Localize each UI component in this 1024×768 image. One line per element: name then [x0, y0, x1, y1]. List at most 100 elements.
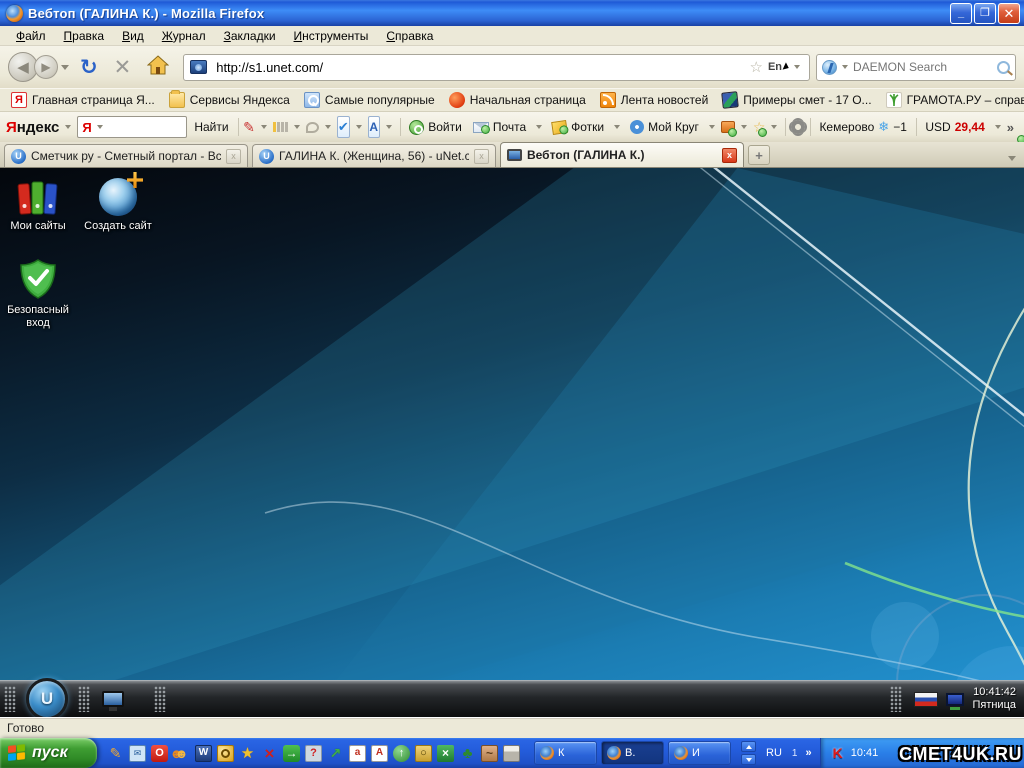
- search-engine-dropdown-icon[interactable]: [842, 65, 848, 69]
- search-gold-icon[interactable]: ○: [415, 744, 432, 762]
- bookmark-star-icon[interactable]: ☆: [749, 58, 762, 76]
- taskbar-grip[interactable]: [890, 686, 903, 712]
- bookmark-item[interactable]: Самые популярные: [299, 91, 440, 109]
- pencil-icon[interactable]: ✎: [107, 745, 124, 762]
- tab-list-dropdown-icon[interactable]: [1008, 156, 1016, 161]
- word-icon[interactable]: W: [195, 744, 212, 762]
- tray-chevron-icon[interactable]: »: [805, 747, 811, 759]
- menu-history[interactable]: Журнал: [154, 27, 214, 45]
- comments-bubble-icon[interactable]: [305, 121, 319, 133]
- moikrug-dropdown-icon[interactable]: [708, 125, 715, 129]
- bookmark-item[interactable]: Начальная страница: [444, 91, 591, 109]
- green-cross-icon[interactable]: ×: [437, 744, 454, 762]
- mail-dropdown-icon[interactable]: [536, 125, 543, 129]
- yandex-overflow-chevron[interactable]: »: [1007, 120, 1018, 135]
- desktop-icon-secure-login[interactable]: Безопасный вход: [2, 258, 74, 330]
- spellcheck-button[interactable]: ✔: [336, 116, 350, 138]
- delete-x-icon[interactable]: ×: [261, 745, 278, 762]
- tab-close-icon[interactable]: x: [722, 147, 737, 163]
- reload-button[interactable]: ↻: [80, 55, 98, 79]
- close-button[interactable]: ✕: [998, 2, 1020, 24]
- weather-widget[interactable]: Кемерово ❄ −1: [815, 117, 910, 137]
- messenger-people-icon[interactable]: ☻: [173, 745, 190, 762]
- yandex-moikrug-button[interactable]: Мой Круг: [626, 118, 703, 136]
- forward-button[interactable]: ▶: [34, 55, 58, 79]
- bookmark-item[interactable]: Примеры смет - 17 О...: [717, 91, 876, 109]
- tab-galina-profile[interactable]: U ГАЛИНА К. (Женщина, 56) - uNet.com x: [252, 144, 496, 167]
- tab-smetchik[interactable]: U Сметчик ру - Сметный портал - Все д...…: [4, 144, 248, 167]
- yandex-logo[interactable]: Яндекс: [6, 119, 59, 136]
- home-button[interactable]: [146, 54, 170, 80]
- webtop-desktop[interactable]: Мои сайты Создать сайт Безопасный вход U…: [0, 168, 1024, 717]
- network-monitor-icon[interactable]: [946, 692, 965, 710]
- stop-button[interactable]: ✕: [114, 55, 132, 80]
- tab-close-icon[interactable]: x: [474, 148, 489, 164]
- taskbar-window-webtop-active[interactable]: В.: [601, 741, 664, 765]
- yandex-logo-dropdown-icon[interactable]: [65, 125, 72, 129]
- refresh-green-icon[interactable]: ↗: [327, 745, 344, 762]
- webtop-clock[interactable]: 10:41:42 Пятница: [972, 686, 1016, 712]
- search-go-icon[interactable]: [997, 60, 1010, 74]
- doc-small-a-icon[interactable]: a: [349, 744, 366, 762]
- bookmark-item[interactable]: ГРАМОТА.РУ – справ...: [881, 91, 1024, 109]
- search-box[interactable]: [816, 53, 1016, 81]
- menu-bookmarks[interactable]: Закладки: [216, 27, 284, 45]
- printer-icon[interactable]: [503, 744, 520, 762]
- currency-widget[interactable]: USD 29,44: [921, 118, 988, 136]
- tab-webtop-active[interactable]: Вебтоп (ГАЛИНА К.) x: [500, 142, 744, 167]
- traffic-bars-icon[interactable]: [272, 122, 288, 132]
- notes-dropdown-icon[interactable]: [260, 125, 267, 129]
- opera-icon[interactable]: O: [151, 744, 168, 762]
- notes-pencil-icon[interactable]: ✎: [243, 119, 255, 135]
- yandex-find-button[interactable]: Найти: [190, 118, 232, 136]
- yandex-input-dropdown-icon[interactable]: [96, 125, 103, 129]
- taskbar-grip[interactable]: [4, 686, 16, 712]
- yandex-search-input[interactable]: Я: [77, 116, 188, 138]
- mail-client-icon[interactable]: ✉: [129, 744, 146, 762]
- bookmark-item[interactable]: Я Главная страница Я...: [6, 91, 160, 109]
- restore-button[interactable]: ❐: [974, 2, 996, 24]
- tab-close-icon[interactable]: x: [226, 148, 241, 164]
- menu-view[interactable]: Вид: [114, 27, 152, 45]
- favorites-star-icon[interactable]: ☆: [753, 119, 767, 137]
- menu-edit[interactable]: Правка: [56, 27, 113, 45]
- url-input[interactable]: [214, 58, 747, 76]
- star-icon[interactable]: ★: [239, 745, 256, 762]
- russian-flag-icon[interactable]: [914, 691, 939, 707]
- yandex-mail-button[interactable]: Почта: [469, 118, 530, 136]
- taskbar-window-other[interactable]: И: [668, 741, 731, 765]
- minimize-button[interactable]: _: [950, 2, 972, 24]
- currency-dropdown-icon[interactable]: [994, 125, 1001, 129]
- tree-icon[interactable]: ♣: [459, 745, 476, 762]
- menu-tools[interactable]: Инструменты: [286, 27, 377, 45]
- traffic-dropdown-icon[interactable]: [293, 125, 300, 129]
- yandex-login-button[interactable]: Войти: [405, 118, 466, 137]
- new-tab-button[interactable]: +: [748, 145, 770, 165]
- translate-dropdown-icon[interactable]: [385, 125, 392, 129]
- photos-dropdown-icon[interactable]: [614, 125, 621, 129]
- stamp-hand-icon[interactable]: ~: [481, 744, 498, 762]
- taskbar-window-smetchik[interactable]: К: [534, 741, 597, 765]
- scroll-up-button[interactable]: [741, 741, 756, 752]
- taskbar-grip[interactable]: [78, 686, 90, 712]
- green-arrow-icon[interactable]: →: [283, 744, 300, 762]
- language-indicator[interactable]: RU: [766, 747, 782, 759]
- bookmark-folder[interactable]: Сервисы Яндекса: [164, 90, 295, 109]
- wallet-icon[interactable]: [720, 121, 735, 133]
- desktop-icon-create-site[interactable]: Создать сайт: [82, 174, 154, 233]
- scroll-down-button[interactable]: [741, 754, 756, 765]
- bookmark-item[interactable]: Лента новостей: [595, 91, 714, 109]
- desktop-icon-my-sites[interactable]: Мои сайты: [2, 174, 74, 233]
- taskbar-grip[interactable]: [154, 686, 166, 712]
- wallet-dropdown-icon[interactable]: [740, 125, 747, 129]
- yandex-photos-button[interactable]: Фотки: [548, 118, 608, 136]
- url-dropdown-icon[interactable]: [794, 65, 800, 69]
- help-monitor-icon[interactable]: ?: [305, 744, 322, 762]
- url-bar[interactable]: ☆ En: [183, 53, 810, 81]
- doc-large-a-icon[interactable]: A: [371, 744, 388, 762]
- keys-icon[interactable]: [217, 744, 234, 762]
- comments-dropdown-icon[interactable]: [324, 125, 331, 129]
- search-input[interactable]: [851, 59, 997, 75]
- tray-clock[interactable]: 10:41: [851, 747, 879, 759]
- translate-button[interactable]: А: [367, 116, 380, 138]
